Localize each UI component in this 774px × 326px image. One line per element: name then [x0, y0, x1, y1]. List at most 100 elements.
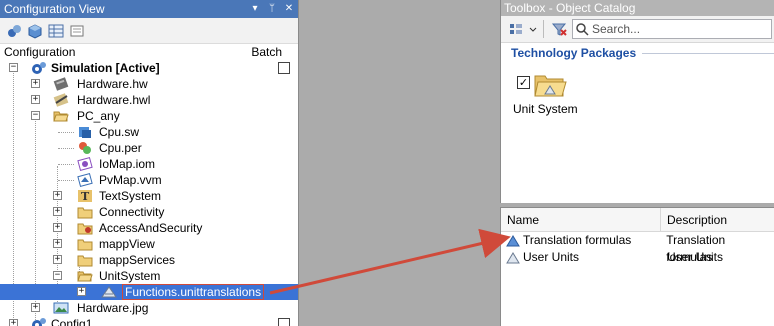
- configuration-tree: − Simulation [Active] + Hardware.hw + Ha…: [0, 60, 298, 326]
- tree-item-label: PC_any: [77, 109, 120, 123]
- technology-packages-header: Technology Packages: [501, 43, 774, 63]
- column-description[interactable]: Description: [661, 208, 727, 231]
- tree-item-label: Hardware.jpg: [77, 301, 149, 315]
- tree-item-pvmap[interactable]: PvMap.vvm: [0, 172, 298, 188]
- view-options-icon[interactable]: [507, 20, 525, 38]
- tree-item-iomap[interactable]: IoMap.iom: [0, 156, 298, 172]
- text-system-icon: T: [77, 189, 93, 203]
- tree-item-textsystem[interactable]: + T TextSystem: [0, 188, 298, 204]
- batch-checkbox[interactable]: [278, 318, 290, 326]
- folder-icon: [77, 205, 93, 219]
- tree-item-functions-unittranslations[interactable]: + Functions.unittranslations: [0, 284, 298, 300]
- tree-item-cpu-sw[interactable]: Cpu.sw: [0, 124, 298, 140]
- clear-filter-icon[interactable]: [550, 20, 568, 38]
- tree-item-connectivity[interactable]: + Connectivity: [0, 204, 298, 220]
- toolbar-separator: [543, 20, 544, 38]
- tree-item-label: Connectivity: [99, 205, 165, 219]
- tree-item-label: UnitSystem: [99, 269, 161, 283]
- column-name[interactable]: Name: [501, 208, 661, 231]
- tree-item-hardware-hw[interactable]: + Hardware.hw: [0, 76, 298, 92]
- section-title: Technology Packages: [511, 46, 637, 60]
- tree-item-label: Hardware.hw: [77, 77, 148, 91]
- toolbox-toolbar: [501, 16, 774, 43]
- tree-item-label: Functions.unittranslations: [122, 284, 265, 300]
- collapse-icon[interactable]: −: [31, 111, 40, 120]
- config-gear-icon: [31, 317, 47, 326]
- object-list-panel: Name Description Translation formulas Tr…: [500, 207, 774, 326]
- tree-item-label: AccessAndSecurity: [99, 221, 203, 235]
- expand-icon[interactable]: +: [53, 207, 62, 216]
- translation-formulas-icon: [506, 234, 520, 246]
- tree-item-accessandsecurity[interactable]: + AccessAndSecurity: [0, 220, 298, 236]
- package-checkbox[interactable]: ✓: [517, 76, 530, 89]
- properties-icon[interactable]: [68, 22, 86, 40]
- package-unit-system[interactable]: ✓ Unit System: [511, 70, 581, 122]
- list-item-translation-formulas[interactable]: Translation formulas Translation formula…: [501, 232, 774, 264]
- batch-checkbox[interactable]: [278, 62, 290, 74]
- active-config-icon[interactable]: [5, 22, 23, 40]
- tree-item-unitsystem[interactable]: − UnitSystem: [0, 268, 298, 284]
- package-label: Unit System: [513, 102, 578, 116]
- tree-item-label: PvMap.vvm: [99, 173, 162, 187]
- expand-icon[interactable]: +: [53, 223, 62, 232]
- tree-item-label: Cpu.sw: [99, 125, 140, 139]
- unit-system-folder-icon: [533, 70, 567, 100]
- expand-icon[interactable]: +: [31, 303, 40, 312]
- pin-icon[interactable]: ᛘ: [265, 2, 279, 16]
- expand-icon[interactable]: +: [53, 191, 62, 200]
- search-input[interactable]: [592, 22, 762, 36]
- tree-item-hardware-jpg[interactable]: + Hardware.jpg: [0, 300, 298, 316]
- expand-icon[interactable]: +: [53, 255, 62, 264]
- list-item-user-units[interactable]: User Units User Units: [501, 249, 774, 266]
- pvmap-icon: [77, 173, 93, 187]
- cube-icon[interactable]: [26, 22, 44, 40]
- collapse-icon[interactable]: −: [53, 271, 62, 280]
- section-divider: [642, 52, 774, 54]
- configuration-column-header: Configuration Batch: [0, 44, 298, 60]
- folder-open-icon: [77, 269, 93, 283]
- folder-icon: [77, 253, 93, 267]
- search-field[interactable]: [572, 19, 772, 39]
- configuration-toolbar: [0, 18, 298, 44]
- iomap-icon: [77, 157, 93, 171]
- configuration-view-title: Configuration View: [4, 2, 105, 16]
- tree-item-label: mappView: [99, 237, 155, 251]
- tree-item-label: Hardware.hwl: [77, 93, 151, 107]
- expand-icon[interactable]: +: [31, 79, 40, 88]
- tree-item-simulation[interactable]: − Simulation [Active]: [0, 60, 298, 76]
- security-icon: [77, 221, 93, 235]
- tree-item-mappservices[interactable]: + mappServices: [0, 252, 298, 268]
- column-batch[interactable]: Batch: [251, 45, 282, 59]
- expand-icon[interactable]: +: [77, 287, 86, 296]
- user-units-icon: [506, 251, 520, 263]
- tree-item-label: TextSystem: [99, 189, 162, 203]
- column-configuration[interactable]: Configuration: [4, 45, 75, 59]
- object-list-header: Name Description: [501, 208, 774, 232]
- hardware-icon: [53, 77, 69, 91]
- list-item-description: User Units: [667, 250, 724, 264]
- expand-icon[interactable]: +: [31, 95, 40, 104]
- tree-item-cpu-per[interactable]: Cpu.per: [0, 140, 298, 156]
- config-gear-icon: [31, 61, 47, 75]
- close-icon[interactable]: ✕: [282, 2, 296, 16]
- tree-item-config1[interactable]: + Config1: [0, 316, 298, 326]
- expand-icon[interactable]: +: [53, 239, 62, 248]
- tree-item-label: Cpu.per: [99, 141, 142, 155]
- list-item-name: Translation formulas: [523, 233, 632, 247]
- collapse-icon[interactable]: −: [9, 63, 18, 72]
- tree-item-pc-any[interactable]: − PC_any: [0, 108, 298, 124]
- configuration-view-panel: Configuration View ▾ ᛘ ✕ Configuration B…: [0, 0, 299, 326]
- chevron-down-icon[interactable]: [529, 20, 537, 38]
- toolbox-titlebar: Toolbox - Object Catalog: [501, 0, 774, 16]
- cpu-software-icon: [77, 125, 93, 139]
- tree-item-mappview[interactable]: + mappView: [0, 236, 298, 252]
- list-item-description: Translation formulas: [666, 233, 726, 264]
- expand-icon[interactable]: +: [9, 319, 18, 326]
- tree-item-hardware-hwl[interactable]: + Hardware.hwl: [0, 92, 298, 108]
- toolbox-panel: Toolbox - Object Catalog Technology Pack…: [500, 0, 774, 203]
- image-icon: [53, 301, 69, 315]
- table-icon[interactable]: [47, 22, 65, 40]
- list-item-name: User Units: [523, 250, 580, 264]
- dropdown-icon[interactable]: ▾: [248, 2, 262, 16]
- svg-text:T: T: [81, 190, 90, 203]
